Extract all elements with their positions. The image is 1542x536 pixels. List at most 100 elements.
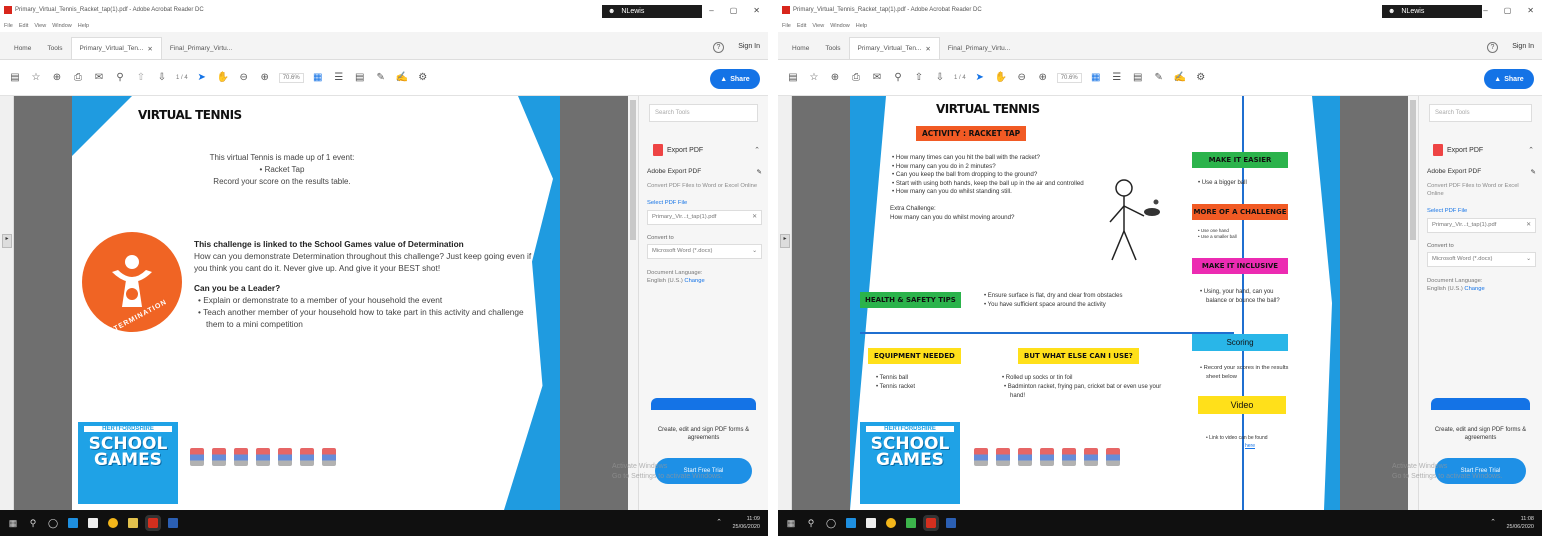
doc-language-change-link[interactable]: Change bbox=[1464, 286, 1484, 292]
windows-start-icon[interactable]: ▦ bbox=[8, 518, 18, 528]
acrobat-taskbar-icon[interactable] bbox=[923, 515, 939, 531]
chevron-up-icon[interactable]: ⌃ bbox=[754, 146, 760, 154]
taskbar-clock[interactable]: 11:08 25/06/2020 bbox=[1506, 515, 1534, 531]
create-pdf-icon[interactable]: ▤ bbox=[8, 71, 22, 85]
search-icon[interactable]: ⚲ bbox=[806, 518, 816, 528]
edge-browser-icon[interactable] bbox=[846, 518, 856, 528]
search-tools-input[interactable]: Search Tools bbox=[649, 104, 758, 122]
zoom-level[interactable]: 70.6% bbox=[1056, 72, 1082, 83]
scroll-thumb[interactable] bbox=[630, 100, 636, 240]
email-icon[interactable]: ✉ bbox=[92, 71, 106, 85]
tab-document-2[interactable]: Final_Primary_Virtu... bbox=[162, 37, 240, 59]
close-button[interactable]: ✕ bbox=[753, 6, 760, 15]
info-icon[interactable]: ✎ bbox=[757, 168, 762, 176]
scroll-mode-icon[interactable]: ☰ bbox=[332, 71, 346, 85]
minimize-button[interactable]: – bbox=[1483, 6, 1487, 15]
search-icon[interactable]: ⚲ bbox=[28, 518, 38, 528]
file-explorer-icon[interactable] bbox=[88, 518, 98, 528]
help-icon[interactable]: ? bbox=[1487, 42, 1498, 53]
selected-file-field[interactable]: Primary_Vir...t_tap(1).pdf ✕ bbox=[647, 210, 762, 225]
vertical-scrollbar[interactable] bbox=[628, 96, 638, 510]
close-button[interactable]: ✕ bbox=[1527, 6, 1534, 15]
expand-pane-handle[interactable]: ▸ bbox=[2, 234, 12, 248]
share-button[interactable]: ▲ Share bbox=[710, 69, 760, 89]
convert-button[interactable] bbox=[1431, 398, 1530, 410]
task-view-icon[interactable]: ◯ bbox=[48, 518, 58, 528]
clear-file-icon[interactable]: ✕ bbox=[752, 211, 757, 224]
convert-to-select[interactable]: Microsoft Word (*.docx) ⌄ bbox=[1427, 252, 1536, 267]
bookmark-star-icon[interactable]: ☆ bbox=[29, 71, 43, 85]
clear-file-icon[interactable]: ✕ bbox=[1526, 219, 1531, 232]
menu-window[interactable]: Window bbox=[830, 23, 850, 29]
create-pdf-icon[interactable]: ▤ bbox=[786, 71, 800, 85]
sign-in-link[interactable]: Sign In bbox=[1512, 43, 1534, 50]
zoom-in-icon[interactable]: ⊕ bbox=[1036, 71, 1050, 85]
chevron-up-icon[interactable]: ⌃ bbox=[1490, 518, 1496, 526]
convert-button[interactable] bbox=[651, 398, 756, 410]
hand-tool-icon[interactable]: ✋ bbox=[994, 71, 1008, 85]
windows-start-icon[interactable]: ▦ bbox=[786, 518, 796, 528]
comment-icon[interactable]: ▤ bbox=[1131, 71, 1145, 85]
menu-view[interactable]: View bbox=[812, 23, 824, 29]
doc-language-change-link[interactable]: Change bbox=[684, 278, 704, 284]
zoom-out-icon[interactable]: ⊖ bbox=[237, 71, 251, 85]
chrome-icon[interactable] bbox=[108, 518, 118, 528]
page-fit-icon[interactable]: ▦ bbox=[1089, 71, 1103, 85]
share-button[interactable]: ▲ Share bbox=[1484, 69, 1534, 89]
stamp-icon[interactable]: ⚙ bbox=[1194, 71, 1208, 85]
menu-help[interactable]: Help bbox=[856, 23, 867, 29]
menu-file[interactable]: File bbox=[4, 23, 13, 29]
print-icon[interactable]: ⎙ bbox=[71, 71, 85, 85]
export-pdf-header[interactable]: Export PDF ⌃ bbox=[653, 144, 760, 156]
folder-icon[interactable] bbox=[906, 518, 916, 528]
bookmark-star-icon[interactable]: ☆ bbox=[807, 71, 821, 85]
sign-in-link[interactable]: Sign In bbox=[738, 43, 760, 50]
highlight-pen-icon[interactable]: ✎ bbox=[374, 71, 388, 85]
tab-close-icon[interactable]: ✕ bbox=[147, 45, 152, 53]
tab-close-icon[interactable]: ✕ bbox=[925, 45, 930, 53]
user-account-box[interactable]: ☻ NLewis bbox=[1382, 5, 1482, 18]
maximize-button[interactable]: ▢ bbox=[730, 6, 738, 15]
word-icon[interactable] bbox=[946, 518, 956, 528]
select-cursor-icon[interactable]: ➤ bbox=[195, 71, 209, 85]
zoom-out-icon[interactable]: ⊖ bbox=[1015, 71, 1029, 85]
selected-file-field[interactable]: Primary_Vir...t_tap(1).pdf ✕ bbox=[1427, 218, 1536, 233]
select-file-link[interactable]: Select PDF File bbox=[647, 200, 762, 206]
menu-view[interactable]: View bbox=[34, 23, 46, 29]
page-indicator[interactable]: 1 / 4 bbox=[176, 75, 188, 81]
stamp-icon[interactable]: ⚙ bbox=[416, 71, 430, 85]
folder-icon[interactable] bbox=[128, 518, 138, 528]
info-icon[interactable]: ✎ bbox=[1531, 168, 1536, 176]
export-pdf-header[interactable]: Export PDF ⌃ bbox=[1433, 144, 1534, 156]
highlight-pen-icon[interactable]: ✎ bbox=[1152, 71, 1166, 85]
previous-page-icon[interactable]: ⇧ bbox=[912, 71, 926, 85]
hand-tool-icon[interactable]: ✋ bbox=[216, 71, 230, 85]
help-icon[interactable]: ? bbox=[713, 42, 724, 53]
maximize-button[interactable]: ▢ bbox=[1504, 6, 1512, 15]
next-page-icon[interactable]: ⇩ bbox=[155, 71, 169, 85]
page-indicator[interactable]: 1 / 4 bbox=[954, 75, 966, 81]
select-file-link[interactable]: Select PDF File bbox=[1427, 208, 1536, 214]
search-icon[interactable]: ⚲ bbox=[113, 71, 127, 85]
taskbar-clock[interactable]: 11:09 25/06/2020 bbox=[732, 515, 760, 531]
tab-document-2[interactable]: Final_Primary_Virtu... bbox=[940, 37, 1018, 59]
menu-edit[interactable]: Edit bbox=[797, 23, 806, 29]
tab-tools[interactable]: Tools bbox=[39, 37, 70, 59]
scroll-thumb[interactable] bbox=[1410, 100, 1416, 240]
page-fit-icon[interactable]: ▦ bbox=[311, 71, 325, 85]
next-page-icon[interactable]: ⇩ bbox=[933, 71, 947, 85]
tab-document-active[interactable]: Primary_Virtual_Ten... ✕ bbox=[70, 37, 162, 59]
acrobat-taskbar-icon[interactable] bbox=[145, 515, 161, 531]
convert-to-select[interactable]: Microsoft Word (*.docx) ⌄ bbox=[647, 244, 762, 259]
comment-icon[interactable]: ▤ bbox=[353, 71, 367, 85]
print-icon[interactable]: ⎙ bbox=[849, 71, 863, 85]
tab-home[interactable]: Home bbox=[784, 37, 817, 59]
word-icon[interactable] bbox=[168, 518, 178, 528]
search-tools-input[interactable]: Search Tools bbox=[1429, 104, 1532, 122]
vertical-scrollbar[interactable] bbox=[1408, 96, 1418, 510]
user-account-box[interactable]: ☻ NLewis bbox=[602, 5, 702, 18]
chevron-up-icon[interactable]: ⌃ bbox=[1528, 146, 1534, 154]
task-view-icon[interactable]: ◯ bbox=[826, 518, 836, 528]
menu-file[interactable]: File bbox=[782, 23, 791, 29]
file-explorer-icon[interactable] bbox=[866, 518, 876, 528]
